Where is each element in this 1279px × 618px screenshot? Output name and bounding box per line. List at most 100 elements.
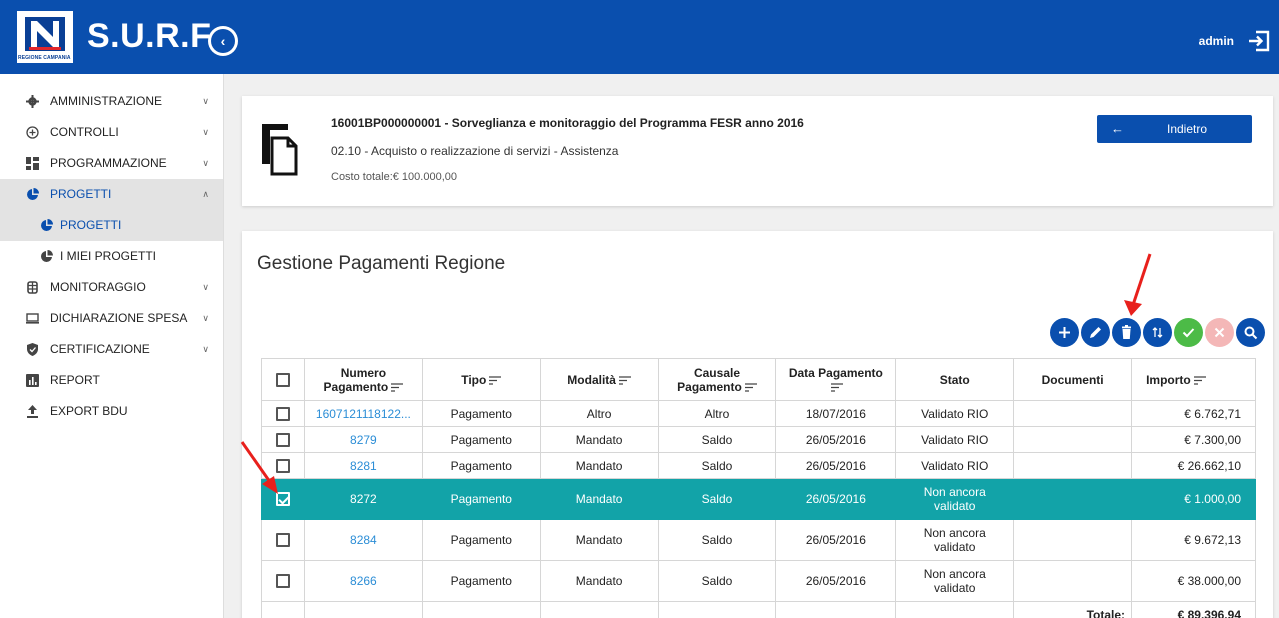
data-cell: 18/07/2016 bbox=[775, 400, 897, 427]
logo-caption: REGIONE CAMPANIA bbox=[18, 55, 71, 61]
column-tipo[interactable]: Tipo bbox=[421, 358, 541, 401]
row-checkbox[interactable] bbox=[275, 406, 290, 421]
plus-circle-icon bbox=[26, 126, 39, 139]
row-select-cell bbox=[261, 400, 305, 427]
sidebar-item-report[interactable]: REPORT bbox=[0, 365, 223, 396]
column-importo[interactable]: Importo bbox=[1131, 358, 1256, 401]
project-subtitle: 02.10 - Acquisto o realizzazione di serv… bbox=[331, 144, 619, 158]
modalita-cell: Mandato bbox=[539, 560, 659, 602]
chevron-up-icon: ∧ bbox=[202, 189, 209, 199]
bar-chart-icon bbox=[26, 374, 39, 387]
sidebar-item-label: EXPORT BDU bbox=[50, 404, 128, 418]
sidebar-item-label: REPORT bbox=[50, 373, 100, 387]
regione-campania-emblem: REGIONE CAMPANIA bbox=[15, 9, 75, 65]
row-select-cell bbox=[261, 519, 305, 561]
swap-vertical-icon bbox=[1152, 327, 1163, 338]
causale-cell: Altro bbox=[657, 400, 777, 427]
table-row[interactable]: 8281 Pagamento Mandato Saldo 26/05/2016 … bbox=[261, 452, 1256, 479]
sidebar-item-controlli[interactable]: CONTROLLI ∨ bbox=[0, 117, 223, 148]
sidebar-item-label: MONITORAGGIO bbox=[50, 280, 146, 294]
table-row[interactable]: 8266 Pagamento Mandato Saldo 26/05/2016 … bbox=[261, 560, 1256, 602]
row-checkbox[interactable] bbox=[275, 533, 290, 548]
project-total-cost: Costo totale:€ 100.000,00 bbox=[331, 171, 457, 183]
sidebar-item-certificazione[interactable]: CERTIFICAZIONE ∨ bbox=[0, 334, 223, 365]
documents-icon bbox=[262, 124, 298, 176]
modalita-cell: Mandato bbox=[539, 452, 659, 479]
collapse-sidebar-button[interactable]: ‹ bbox=[208, 26, 238, 56]
gear-icon bbox=[26, 95, 39, 108]
numero-pagamento-link[interactable]: 8279 bbox=[303, 426, 423, 453]
data-cell: 26/05/2016 bbox=[775, 560, 897, 602]
add-button[interactable] bbox=[1050, 318, 1079, 347]
trash-icon bbox=[1122, 325, 1131, 339]
select-all-checkbox[interactable] bbox=[275, 372, 290, 387]
numero-pagamento-link[interactable]: 8272 bbox=[303, 478, 423, 520]
stato-cell: Non ancora validato bbox=[895, 519, 1015, 561]
modalita-cell: Mandato bbox=[539, 519, 659, 561]
app-logo[interactable]: REGIONE CAMPANIA S.U.R.F. bbox=[15, 9, 225, 65]
column-numero-pagamento[interactable]: Numero Pagamento bbox=[303, 358, 423, 401]
row-checkbox[interactable] bbox=[275, 458, 290, 473]
top-bar: REGIONE CAMPANIA S.U.R.F. ‹ admin bbox=[0, 0, 1279, 74]
column-modalita[interactable]: Modalità bbox=[539, 358, 659, 401]
sidebar-item-label: CONTROLLI bbox=[50, 125, 119, 139]
numero-pagamento-link[interactable]: 8284 bbox=[303, 519, 423, 561]
table-row[interactable]: 1607121118122... Pagamento Altro Altro 1… bbox=[261, 400, 1256, 427]
sidebar-item-dichiarazione-spesa[interactable]: DICHIARAZIONE SPESA ∨ bbox=[0, 303, 223, 334]
chevron-down-icon: ∨ bbox=[202, 96, 209, 106]
tipo-cell: Pagamento bbox=[421, 426, 541, 453]
approve-button[interactable] bbox=[1174, 318, 1203, 347]
stato-cell: Validato RIO bbox=[895, 452, 1015, 479]
sidebar-item-monitoraggio[interactable]: MONITORAGGIO ∨ bbox=[0, 272, 223, 303]
causale-cell: Saldo bbox=[657, 519, 777, 561]
data-cell: 26/05/2016 bbox=[775, 452, 897, 479]
table-row-selected[interactable]: 8272 Pagamento Mandato Saldo 26/05/2016 … bbox=[261, 478, 1256, 520]
logout-icon[interactable] bbox=[1247, 29, 1271, 53]
documenti-cell bbox=[1013, 452, 1133, 479]
sidebar-item-label: DICHIARAZIONE SPESA bbox=[50, 311, 188, 325]
sidebar-item-label: I MIEI PROGETTI bbox=[60, 249, 157, 263]
column-causale-pagamento[interactable]: Causale Pagamento bbox=[657, 358, 777, 401]
importo-cell: € 1.000,00 bbox=[1131, 478, 1256, 520]
numero-pagamento-link[interactable]: 1607121118122... bbox=[303, 400, 423, 427]
table-row[interactable]: 8279 Pagamento Mandato Saldo 26/05/2016 … bbox=[261, 426, 1256, 453]
reject-button[interactable] bbox=[1205, 318, 1234, 347]
importo-cell: € 38.000,00 bbox=[1131, 560, 1256, 602]
select-all-cell bbox=[261, 358, 305, 401]
check-icon bbox=[1182, 328, 1195, 338]
edit-button[interactable] bbox=[1081, 318, 1110, 347]
tipo-cell: Pagamento bbox=[421, 452, 541, 479]
row-select-cell bbox=[261, 426, 305, 453]
row-checkbox[interactable] bbox=[275, 432, 290, 447]
sidebar-item-progetti[interactable]: PROGETTI ∧ bbox=[0, 179, 223, 210]
sidebar-item-export-bdu[interactable]: EXPORT BDU bbox=[0, 396, 223, 427]
grid-icon bbox=[26, 157, 39, 170]
sort-icon bbox=[489, 376, 502, 385]
stato-cell: Validato RIO bbox=[895, 400, 1015, 427]
tipo-cell: Pagamento bbox=[421, 478, 541, 520]
sidebar-item-label: CERTIFICAZIONE bbox=[50, 342, 150, 356]
sidebar-item-programmazione[interactable]: PROGRAMMAZIONE ∨ bbox=[0, 148, 223, 179]
sort-button[interactable] bbox=[1143, 318, 1172, 347]
search-button[interactable] bbox=[1236, 318, 1265, 347]
sidebar-item-label: PROGETTI bbox=[60, 218, 122, 232]
numero-pagamento-link[interactable]: 8266 bbox=[303, 560, 423, 602]
sidebar-item-amministrazione[interactable]: AMMINISTRAZIONE ∨ bbox=[0, 86, 223, 117]
modalita-cell: Mandato bbox=[539, 478, 659, 520]
row-checkbox-checked[interactable] bbox=[275, 492, 290, 507]
delete-button[interactable] bbox=[1112, 318, 1141, 347]
tipo-cell: Pagamento bbox=[421, 560, 541, 602]
importo-cell: € 9.672,13 bbox=[1131, 519, 1256, 561]
project-title: 16001BP000000001 - Sorveglianza e monito… bbox=[331, 116, 804, 130]
sidebar-subitem-i-miei-progetti[interactable]: I MIEI PROGETTI bbox=[0, 241, 223, 272]
section-title: Gestione Pagamenti Regione bbox=[257, 253, 506, 274]
numero-pagamento-link[interactable]: 8281 bbox=[303, 452, 423, 479]
row-checkbox[interactable] bbox=[275, 574, 290, 589]
column-data-pagamento[interactable]: Data Pagamento bbox=[775, 358, 897, 401]
upload-icon bbox=[27, 405, 38, 418]
sidebar-subitem-progetti[interactable]: PROGETTI bbox=[0, 210, 223, 241]
table-row[interactable]: 8284 Pagamento Mandato Saldo 26/05/2016 … bbox=[261, 519, 1256, 561]
back-button[interactable]: ← Indietro bbox=[1097, 115, 1252, 143]
tipo-cell: Pagamento bbox=[421, 400, 541, 427]
shield-icon bbox=[27, 343, 38, 356]
